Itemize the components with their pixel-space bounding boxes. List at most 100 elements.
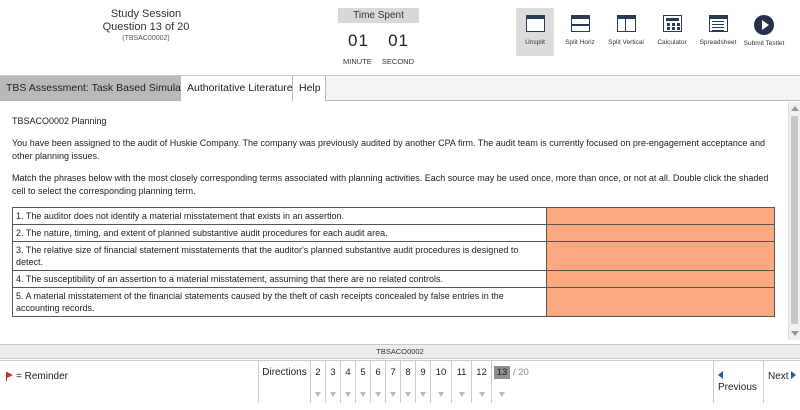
header: Study Session Question 13 of 20 (TBSAC00…: [0, 0, 800, 75]
session-info: Study Session Question 13 of 20 (TBSAC00…: [86, 8, 206, 44]
answer-cell[interactable]: [546, 270, 775, 288]
table-row: 2. The nature, timing, and extent of pla…: [12, 224, 775, 242]
page-number: 11: [456, 367, 467, 378]
toolbar: Unsplit Split Horiz Split Vertical Calcu…: [516, 8, 789, 56]
time-spent-label: Time Spent: [338, 8, 419, 23]
vertical-scrollbar[interactable]: [788, 102, 800, 340]
page-button[interactable]: 7: [386, 361, 401, 403]
page-number: 8: [405, 367, 411, 378]
tab-authoritative-literature[interactable]: Authoritative Literature: [181, 76, 293, 101]
answer-cell[interactable]: [546, 207, 775, 225]
flag-icon: [420, 392, 426, 397]
timer-minutes: 01: [348, 31, 369, 50]
table-row: 5. A material misstatement of the financ…: [12, 287, 775, 317]
tab-bar: TBS Assessment: Task Based Simulations A…: [0, 75, 800, 101]
scroll-thumb[interactable]: [791, 116, 798, 324]
flag-icon: [6, 372, 14, 381]
instructions-text: Match the phrases below with the most cl…: [12, 173, 769, 196]
question-title: TBSACO0002 Planning: [12, 116, 107, 126]
flag-icon: [458, 392, 465, 397]
page-number: 7: [390, 367, 396, 378]
question-counter: Question 13 of 20: [102, 21, 190, 33]
answer-cell[interactable]: [546, 224, 775, 242]
question-id-bar: TBSACO0002: [0, 344, 800, 359]
flag-icon: [390, 392, 396, 397]
unsplit-icon: [525, 15, 545, 32]
table-row: 1. The auditor does not identify a mater…: [12, 207, 775, 225]
phrase-cell: 1. The auditor does not identify a mater…: [12, 207, 547, 225]
timer-seconds: 01: [388, 31, 409, 50]
reminder-legend: = Reminder: [6, 371, 68, 382]
calculator-button[interactable]: Calculator: [651, 8, 693, 56]
page-button[interactable]: 12: [472, 361, 492, 403]
page-button[interactable]: 6: [371, 361, 386, 403]
scroll-up-icon[interactable]: [791, 106, 799, 111]
unsplit-button[interactable]: Unsplit: [516, 8, 554, 56]
answer-cell[interactable]: [546, 287, 775, 317]
phrase-cell: 4. The susceptibility of an assertion to…: [12, 270, 547, 288]
directions-button[interactable]: Directions: [259, 361, 311, 403]
page-button[interactable]: 2: [311, 361, 326, 403]
flag-icon: [345, 392, 351, 397]
page-number: 2: [315, 367, 321, 378]
page-button[interactable]: 9: [416, 361, 431, 403]
flag-icon: [360, 392, 366, 397]
phrase-cell: 5. A material misstatement of the financ…: [12, 287, 547, 317]
table-row: 4. The susceptibility of an assertion to…: [12, 270, 775, 288]
page-button[interactable]: 8: [401, 361, 416, 403]
current-page-button[interactable]: 13: [492, 361, 512, 403]
flag-icon: [438, 392, 444, 397]
previous-button[interactable]: Previous: [713, 361, 764, 403]
page-button[interactable]: 11: [452, 361, 472, 403]
phrase-cell: 3. The relative size of financial statem…: [12, 241, 547, 271]
previous-label: Previous: [718, 382, 757, 393]
split-vertical-label: Split Vertical: [608, 39, 644, 46]
scenario-text: You have been assigned to the audit of H…: [12, 138, 765, 161]
spreadsheet-button[interactable]: Spreadsheet: [697, 8, 739, 56]
unsplit-label: Unsplit: [525, 39, 545, 46]
table-row: 3. The relative size of financial statem…: [12, 241, 775, 271]
page-number: 4: [345, 367, 351, 378]
spreadsheet-icon: [708, 15, 728, 32]
page-button[interactable]: 10: [431, 361, 452, 403]
question-code: (TBSAC00002): [122, 35, 170, 42]
submit-testlet-button[interactable]: Submit Testlet: [743, 8, 785, 56]
page-number: 13: [493, 366, 511, 379]
question-content: TBSACO0002 Planning You have been assign…: [0, 102, 788, 340]
flag-icon: [330, 392, 336, 397]
footer: = Reminder Directions 2 3 4 5 6 7 8 9 10…: [0, 360, 800, 410]
arrow-left-icon: [718, 371, 723, 379]
arrow-right-icon: [790, 371, 796, 379]
calculator-icon: [662, 15, 682, 32]
flag-icon: [405, 392, 411, 397]
page-number: 9: [420, 367, 426, 378]
time-spent-panel: Time Spent 01 01 MINUTE SECOND: [338, 8, 419, 66]
page-number: 10: [435, 367, 447, 378]
session-title: Study Session: [110, 8, 182, 20]
split-horizontal-button[interactable]: Split Horiz: [559, 8, 601, 56]
flag-icon: [499, 392, 505, 397]
reminder-label: = Reminder: [16, 371, 68, 382]
second-label: SECOND: [381, 57, 414, 66]
page-number: 6: [375, 367, 381, 378]
matching-table: 1. The auditor does not identify a mater…: [12, 207, 775, 317]
tab-help[interactable]: Help: [293, 76, 326, 101]
next-label: Next: [768, 371, 789, 382]
split-horizontal-label: Split Horiz: [565, 39, 595, 46]
page-number: 12: [476, 367, 487, 378]
split-vertical-button[interactable]: Split Vertical: [605, 8, 647, 56]
tab-tbs-assessment[interactable]: TBS Assessment: Task Based Simulations: [0, 76, 203, 101]
next-button[interactable]: Next: [766, 361, 800, 403]
answer-cell[interactable]: [546, 241, 775, 271]
page-number: 5: [360, 367, 366, 378]
scroll-down-icon[interactable]: [791, 331, 799, 336]
calculator-label: Calculator: [657, 39, 687, 46]
page-button[interactable]: 5: [356, 361, 371, 403]
flag-icon: [315, 392, 321, 397]
submit-testlet-label: Submit Testlet: [743, 40, 785, 47]
page-total: / 20: [513, 367, 529, 378]
page-button[interactable]: 3: [326, 361, 341, 403]
page-button[interactable]: 4: [341, 361, 356, 403]
submit-arrow-icon: [754, 15, 774, 35]
spreadsheet-label: Spreadsheet: [699, 39, 737, 46]
